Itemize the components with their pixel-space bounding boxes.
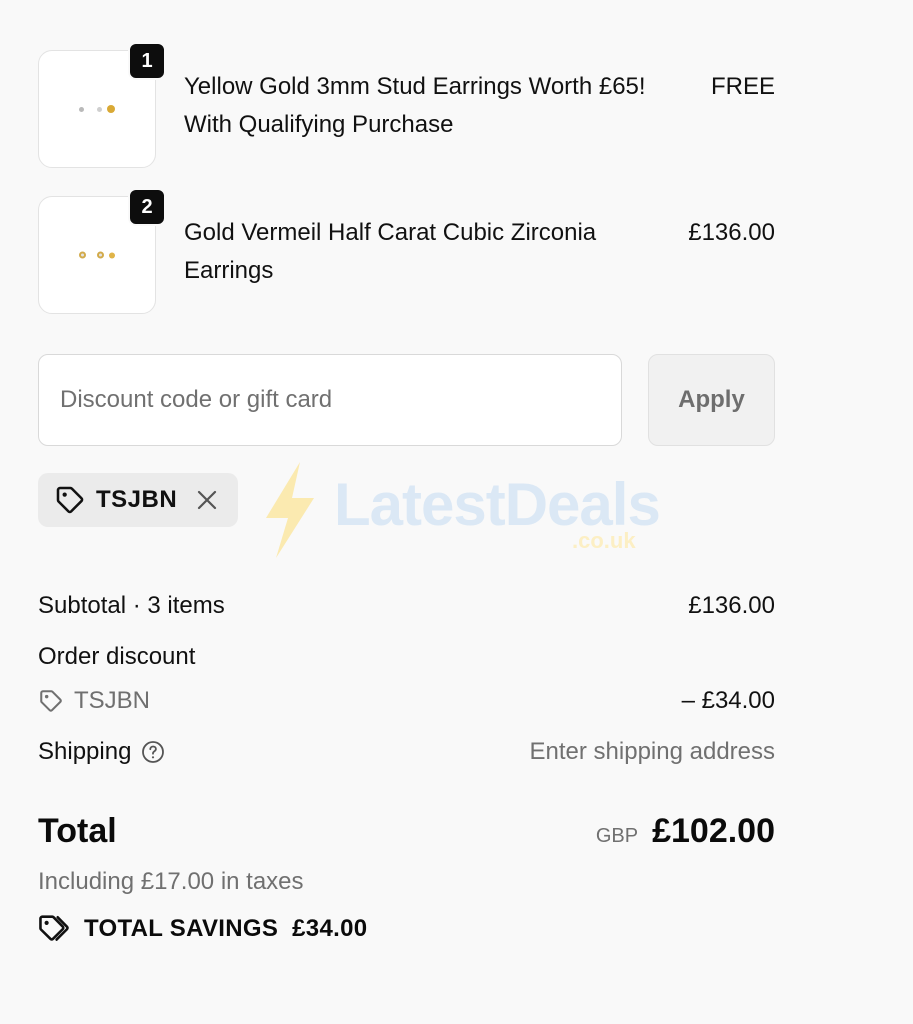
order-discount-row: Order discount — [38, 643, 775, 671]
applied-discount-chip: TSJBN — [38, 473, 238, 527]
total-amount: GBP £102.00 — [596, 812, 775, 851]
watermark: LatestDeals .co.uk — [262, 462, 662, 562]
product-price: £136.00 — [688, 219, 775, 246]
applied-code-label: TSJBN — [96, 486, 178, 513]
tag-icon — [56, 486, 84, 514]
product-price: FREE — [710, 73, 775, 100]
savings-value: £34.00 — [292, 915, 368, 942]
total-savings: TOTAL SAVINGS £34.00 — [38, 913, 367, 945]
tax-note: Including £17.00 in taxes — [38, 868, 304, 895]
discount-value: – £34.00 — [681, 687, 775, 714]
currency-code: GBP — [595, 825, 639, 847]
subtotal-label: Subtotal · 3 items — [38, 592, 225, 619]
product-name: Gold Vermeil Half Carat Cubic Zirconia E… — [184, 219, 597, 284]
close-icon[interactable] — [195, 488, 219, 512]
tags-icon — [39, 915, 69, 941]
quantity-badge: 2 — [128, 188, 166, 226]
watermark-brand: LatestDeals — [334, 471, 661, 538]
savings-label: TOTAL SAVINGS — [84, 915, 279, 942]
line-item: 2 Gold Vermeil Half Carat Cubic Zirconia… — [38, 188, 775, 316]
watermark-suffix: .co.uk — [572, 528, 636, 553]
earring-image — [79, 105, 115, 113]
lightning-bolt-icon — [266, 462, 314, 558]
shipping-row: Shipping Enter shipping address — [38, 738, 775, 766]
product-name: Yellow Gold 3mm Stud Earrings Worth £65!… — [184, 73, 646, 138]
subtotal-value: £136.00 — [688, 592, 775, 619]
total-value: £102.00 — [652, 812, 775, 850]
apply-button[interactable]: Apply — [648, 354, 775, 446]
order-discount-label: Order discount — [38, 643, 196, 670]
shipping-value: Enter shipping address — [529, 738, 775, 765]
shipping-label: Shipping — [38, 738, 132, 765]
discount-code-label: TSJBN — [74, 687, 151, 714]
question-circle-icon[interactable] — [141, 740, 165, 764]
earring-image — [79, 251, 115, 259]
discount-code-row: TSJBN – £34.00 — [38, 687, 775, 715]
total-label: Total — [38, 812, 117, 850]
quantity-badge: 1 — [128, 42, 166, 80]
discount-code-input[interactable] — [38, 354, 622, 446]
line-item: 1 Yellow Gold 3mm Stud Earrings Worth £6… — [38, 42, 775, 170]
subtotal-row: Subtotal · 3 items £136.00 — [38, 592, 775, 620]
tag-icon — [40, 690, 62, 712]
